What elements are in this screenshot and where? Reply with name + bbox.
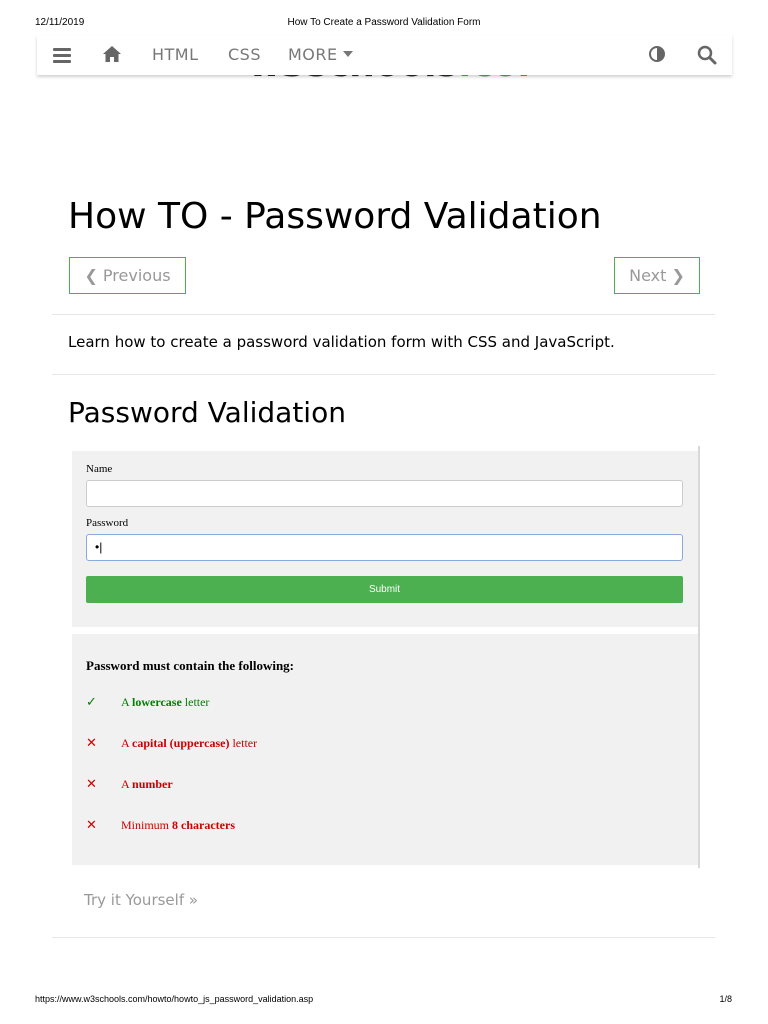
name-input[interactable]	[86, 480, 683, 507]
requirement-length: ✕ Minimum 8 characters	[86, 817, 235, 833]
cross-icon: ✕	[86, 776, 97, 791]
requirements-heading: Password must contain the following:	[86, 658, 295, 673]
intro-text: Learn how to create a password validatio…	[68, 333, 615, 351]
search-icon[interactable]	[696, 35, 718, 75]
requirement-text: A	[121, 695, 133, 709]
requirement-text: Minimum	[121, 818, 173, 832]
requirement-number: ✕ A number	[86, 776, 173, 792]
requirement-text: letter	[181, 695, 210, 709]
nav-css-link[interactable]: CSS	[228, 35, 261, 75]
nav-html-link[interactable]: HTML	[152, 35, 199, 75]
print-page-number: 1/8	[719, 994, 732, 1004]
cross-icon: ✕	[86, 817, 97, 832]
menu-icon[interactable]	[51, 35, 73, 75]
print-header: 12/11/2019 How To Create a Password Vali…	[0, 15, 768, 31]
requirement-text: A	[121, 777, 133, 791]
nav-more-dropdown[interactable]: MORE	[288, 35, 353, 75]
panel-border	[698, 446, 700, 868]
submit-button[interactable]: Submit	[86, 576, 683, 603]
requirement-uppercase: ✕ A capital (uppercase) letter	[86, 735, 257, 751]
requirement-lowercase: ✓ A lowercase letter	[86, 694, 209, 710]
home-icon[interactable]	[101, 35, 123, 75]
divider	[52, 314, 715, 315]
cross-icon: ✕	[86, 735, 97, 750]
print-footer: https://www.w3schools.com/howto/howto_js…	[0, 992, 768, 1008]
print-url: https://www.w3schools.com/howto/howto_js…	[35, 994, 314, 1004]
next-button[interactable]: Next ❯	[614, 257, 700, 294]
password-label: Password	[86, 517, 129, 529]
requirement-emphasis: lowercase	[132, 695, 182, 709]
previous-button[interactable]: ❮ Previous	[69, 257, 186, 294]
divider	[52, 374, 715, 375]
nav-more-label: MORE	[288, 45, 338, 64]
requirement-text: A	[121, 736, 133, 750]
top-navbar: HTML CSS MORE	[37, 35, 732, 75]
page-title: How TO - Password Validation	[68, 196, 602, 237]
requirement-emphasis: number	[132, 777, 173, 791]
requirement-text: letter	[229, 736, 258, 750]
section-title: Password Validation	[68, 396, 346, 429]
requirement-emphasis: capital (uppercase)	[132, 736, 230, 750]
print-title: How To Create a Password Validation Form	[287, 17, 481, 28]
name-label: Name	[86, 463, 113, 475]
requirement-emphasis: 8 characters	[172, 818, 235, 832]
password-input[interactable]: •|	[86, 534, 683, 561]
try-it-yourself-link[interactable]: Try it Yourself »	[84, 891, 198, 909]
divider	[52, 937, 715, 938]
caret-down-icon	[342, 50, 353, 57]
contrast-icon[interactable]	[647, 35, 667, 75]
check-icon: ✓	[86, 694, 97, 709]
